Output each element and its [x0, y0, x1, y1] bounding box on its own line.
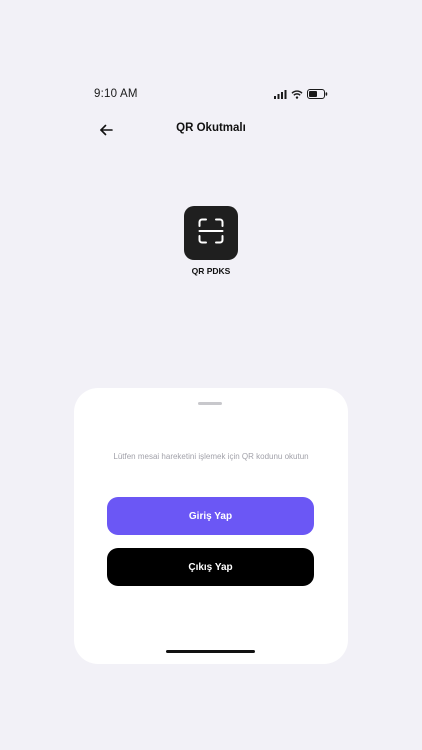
page-title: QR Okutmalı: [176, 122, 246, 134]
sheet-message: Lütfen mesai hareketini işlemek için QR …: [113, 452, 309, 461]
qr-scan-icon: [198, 218, 224, 249]
login-button[interactable]: Giriş Yap: [107, 497, 314, 535]
header: QR Okutmalı: [94, 118, 328, 142]
sheet-handle[interactable]: [198, 402, 222, 405]
status-icons: [274, 89, 328, 99]
wifi-icon: [291, 89, 303, 99]
home-indicator: [166, 650, 255, 653]
logout-button[interactable]: Çıkış Yap: [107, 548, 314, 586]
battery-icon: [307, 89, 328, 99]
status-time: 9:10 AM: [94, 88, 138, 100]
signal-icon: [274, 89, 287, 99]
bottom-sheet: Lütfen mesai hareketini işlemek için QR …: [74, 388, 348, 664]
qr-tile-label: QR PDKS: [191, 266, 231, 276]
qr-pdks-button[interactable]: [184, 206, 238, 260]
status-bar: 9:10 AM: [94, 86, 328, 102]
